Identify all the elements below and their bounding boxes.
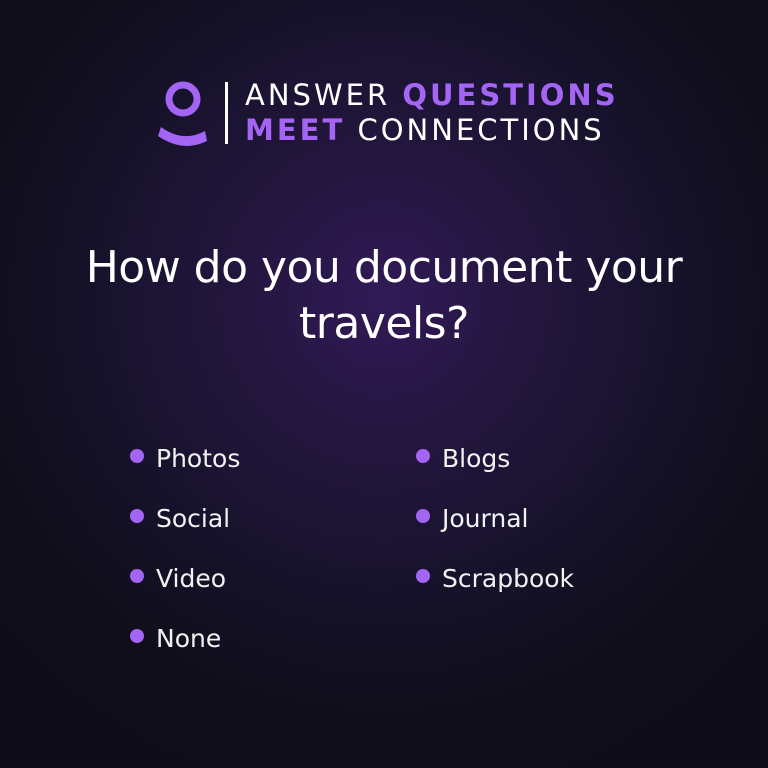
tagline-answer: ANSWER: [245, 78, 391, 112]
tagline-line-2: MEET CONNECTIONS: [245, 113, 619, 148]
option-photos[interactable]: Photos: [130, 440, 240, 476]
question-line-1: How do you document your: [85, 242, 683, 293]
option-label: Journal: [442, 503, 529, 533]
option-label: Blogs: [442, 443, 511, 473]
tagline-meet: MEET: [245, 113, 346, 147]
bullet-dot-icon: [416, 449, 430, 463]
option-label: Social: [156, 503, 231, 533]
option-social[interactable]: Social: [130, 500, 230, 536]
question-title: How do you document your travels?: [40, 240, 728, 352]
question-line-2: travels?: [299, 298, 469, 349]
bullet-dot-icon: [130, 449, 144, 463]
tagline-connections: CONNECTIONS: [357, 113, 605, 147]
header-divider: [225, 82, 228, 144]
option-label: Video: [156, 563, 227, 593]
option-none[interactable]: None: [130, 620, 221, 656]
tagline-line-1: ANSWER QUESTIONS: [245, 78, 619, 113]
option-scrapbook[interactable]: Scrapbook: [416, 560, 574, 596]
option-journal[interactable]: Journal: [416, 500, 528, 536]
option-blogs[interactable]: Blogs: [416, 440, 510, 476]
option-label: None: [156, 623, 222, 653]
bullet-dot-icon: [130, 569, 144, 583]
tagline: ANSWER QUESTIONS MEET CONNECTIONS: [245, 78, 619, 148]
bullet-dot-icon: [130, 629, 144, 643]
header: ANSWER QUESTIONS MEET CONNECTIONS: [158, 78, 619, 148]
option-label: Photos: [156, 443, 241, 473]
bullet-dot-icon: [416, 569, 430, 583]
tagline-questions: QUESTIONS: [402, 78, 619, 112]
option-video[interactable]: Video: [130, 560, 226, 596]
option-label: Scrapbook: [442, 563, 575, 593]
person-icon: [158, 79, 208, 147]
bullet-dot-icon: [416, 509, 430, 523]
bullet-dot-icon: [130, 509, 144, 523]
answer-options: Photos Social Video None Blogs Journal S…: [130, 440, 690, 680]
